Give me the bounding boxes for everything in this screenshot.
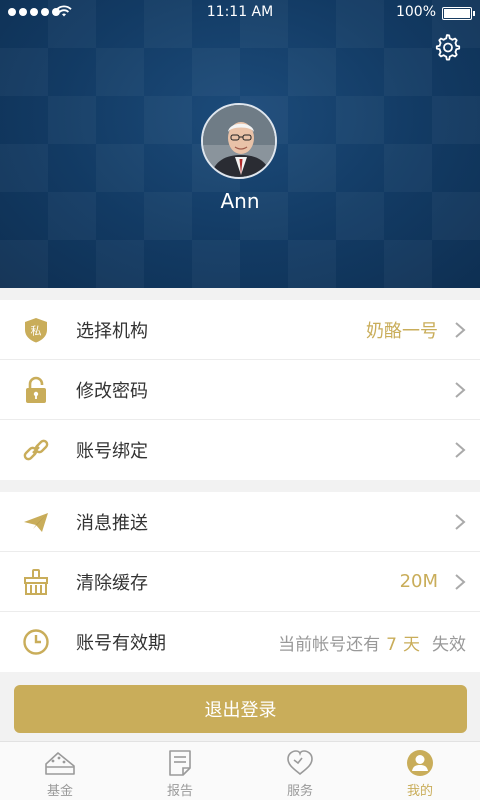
row-label: 清除缓存	[76, 572, 148, 594]
battery-percent: 100%	[395, 4, 436, 20]
profile-header: 11:11 AM 100% Ann	[0, 0, 480, 288]
app-settings-group: 消息推送 清除缓存 20M 账号有效期 当前帐号还有 7 天失效	[0, 492, 480, 672]
row-label: 修改密码	[76, 380, 148, 402]
chevron-right-icon	[455, 382, 466, 398]
tab-mine[interactable]: 我的	[360, 742, 480, 800]
avatar-photo	[203, 105, 275, 177]
row-value: 奶酪一号	[366, 320, 438, 342]
chevron-right-icon	[455, 322, 466, 338]
row-label: 账号有效期	[76, 633, 166, 654]
bottom-tab-bar: 基金 报告 服务 我的	[0, 741, 480, 800]
username: Ann	[220, 189, 260, 213]
settings-gear-icon[interactable]	[432, 32, 462, 62]
tab-report[interactable]: 报告	[120, 742, 240, 800]
status-bar: 11:11 AM 100%	[0, 0, 480, 26]
tab-label: 报告	[166, 784, 193, 799]
link-icon	[23, 439, 49, 461]
private-badge-text: 私	[31, 325, 42, 338]
account-validity-row: 账号有效期 当前帐号还有 7 天失效	[0, 612, 480, 672]
validity-days: 7	[386, 634, 397, 655]
row-label: 账号绑定	[76, 441, 148, 462]
message-push-row[interactable]: 消息推送	[0, 492, 480, 552]
cake-icon	[45, 752, 75, 775]
user-icon	[407, 750, 433, 776]
select-institution-row[interactable]: 私 选择机构 奶酪一号	[0, 300, 480, 360]
chevron-right-icon	[455, 514, 466, 530]
chevron-right-icon	[455, 442, 466, 458]
shield-private-icon: 私	[25, 318, 47, 343]
account-binding-row[interactable]: 账号绑定	[0, 420, 480, 480]
row-label: 选择机构	[76, 320, 148, 342]
clear-cache-row[interactable]: 清除缓存 20M	[0, 552, 480, 612]
report-icon	[169, 750, 191, 776]
heart-icon	[287, 750, 313, 776]
tab-label: 我的	[406, 784, 433, 799]
change-password-row[interactable]: 修改密码	[0, 360, 480, 420]
cache-size-value: 20M	[399, 571, 438, 592]
validity-prefix: 当前帐号还有	[278, 634, 381, 655]
validity-unit: 天	[403, 634, 420, 655]
avatar[interactable]	[201, 103, 277, 179]
account-settings-group: 私 选择机构 奶酪一号 修改密码 账号绑定	[0, 300, 480, 480]
row-label: 消息推送	[76, 512, 148, 534]
tab-label: 服务	[286, 784, 313, 799]
validity-suffix: 失效	[432, 634, 466, 655]
logout-button[interactable]: 退出登录	[14, 685, 467, 733]
battery-icon	[442, 7, 475, 20]
unlock-icon	[26, 376, 46, 403]
chevron-right-icon	[455, 574, 466, 590]
clock-icon	[23, 629, 49, 655]
tab-label: 基金	[46, 784, 73, 799]
tab-fund[interactable]: 基金	[0, 742, 120, 800]
validity-text: 当前帐号还有 7 天失效	[278, 630, 466, 655]
broom-icon	[24, 569, 48, 595]
paper-plane-icon	[24, 513, 48, 532]
tab-service[interactable]: 服务	[240, 742, 360, 800]
